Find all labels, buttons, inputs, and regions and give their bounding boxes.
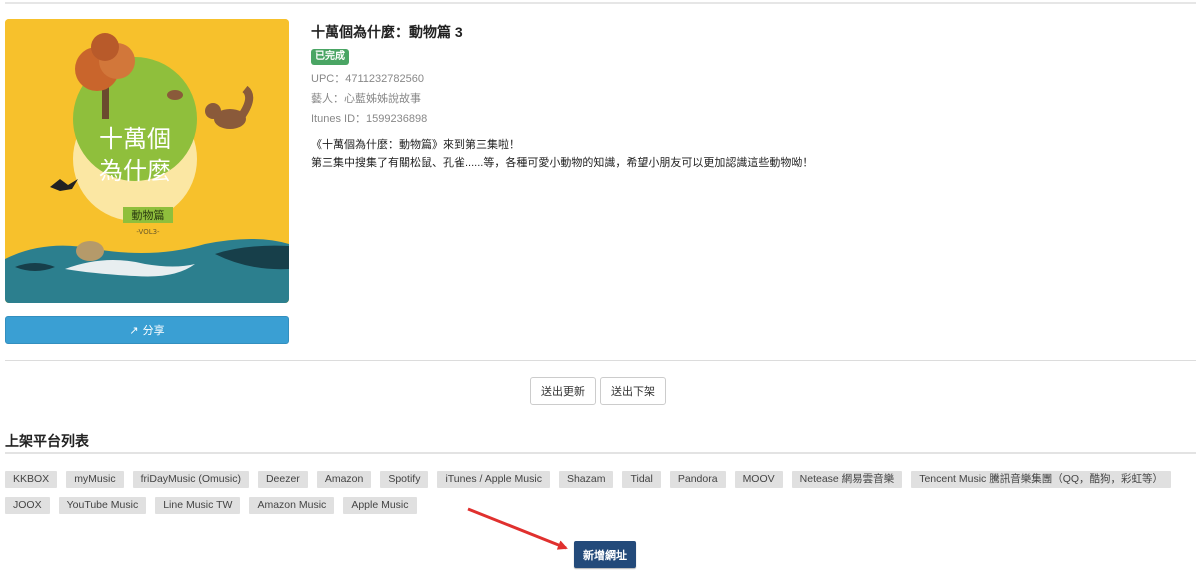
description-line: 《十萬個為什麼：動物篇》來到第三集啦！ xyxy=(311,139,520,151)
album-title: 十萬個為什麼：動物篇 3 xyxy=(311,24,463,40)
itunes-id-text: Itunes ID：1599236898 xyxy=(311,113,428,125)
platform-chip[interactable]: friDayMusic (Omusic) xyxy=(132,471,249,488)
platform-chip[interactable]: Apple Music xyxy=(343,497,417,514)
submit-takedown-button[interactable]: 送出下架 xyxy=(600,377,666,405)
platform-chip[interactable]: myMusic xyxy=(66,471,124,488)
cover-subtitle: 動物篇 xyxy=(132,208,165,222)
album-info: 十萬個為什麼：動物篇 3 已完成 UPC：4711232782560 藝人：心藍… xyxy=(311,22,1171,172)
album-cover: 十萬個 為什麼 動物篇 -VOL3- xyxy=(5,19,289,303)
platform-chip[interactable]: Netease 網易雲音樂 xyxy=(791,471,903,488)
platform-chip[interactable]: Tidal xyxy=(622,471,661,488)
cover-title-line1: 十萬個 xyxy=(99,125,171,153)
status-badge: 已完成 xyxy=(311,49,349,65)
platform-chip[interactable]: Pandora xyxy=(669,471,726,488)
submit-update-button[interactable]: 送出更新 xyxy=(530,377,596,405)
description-line: 第三集中搜集了有關松鼠、孔雀......等，各種可愛小動物的知識，希望小朋友可以… xyxy=(311,157,814,169)
platform-chip[interactable]: MOOV xyxy=(734,471,783,488)
add-url-button[interactable]: 新增網址 xyxy=(574,541,636,568)
platform-chip[interactable]: Deezer xyxy=(257,471,308,488)
share-button[interactable]: ↗ 分享 xyxy=(5,316,289,344)
platform-chip[interactable]: Tencent Music 騰訊音樂集團（QQ，酷狗，彩虹等） xyxy=(911,471,1172,488)
upc-text: UPC：4711232782560 xyxy=(311,73,424,85)
platform-chip[interactable]: Shazam xyxy=(558,471,614,488)
action-buttons: 送出更新 送出下架 xyxy=(0,377,1196,405)
platform-chip[interactable]: JOOX xyxy=(5,497,50,514)
album-description: 《十萬個為什麼：動物篇》來到第三集啦！ 第三集中搜集了有關松鼠、孔雀......… xyxy=(311,136,1171,172)
top-divider xyxy=(5,2,1196,4)
share-label: 分享 xyxy=(142,325,165,337)
platform-chip[interactable]: Amazon Music xyxy=(249,497,335,514)
platforms-heading: 上架平台列表 xyxy=(5,433,89,449)
platform-chip[interactable]: Amazon xyxy=(316,471,372,488)
share-icon: ↗ xyxy=(129,324,139,337)
cover-volume: -VOL3- xyxy=(136,228,160,236)
platform-chip[interactable]: Spotify xyxy=(380,471,429,488)
artist-text: 藝人：心藍姊姊說故事 xyxy=(311,93,421,105)
cover-title-line2: 為什麼 xyxy=(99,157,171,185)
platform-chip[interactable]: Line Music TW xyxy=(155,497,241,514)
platform-chip[interactable]: YouTube Music xyxy=(58,497,147,514)
album-cover-art: 十萬個 為什麼 動物篇 -VOL3- xyxy=(5,19,289,303)
platform-list: KKBOX myMusic friDayMusic (Omusic) Deezer Am… xyxy=(5,471,1180,514)
platform-chip[interactable]: KKBOX xyxy=(5,471,58,488)
section-divider xyxy=(5,360,1196,361)
platforms-divider xyxy=(5,452,1196,454)
platform-chip[interactable]: iTunes / Apple Music xyxy=(437,471,550,488)
